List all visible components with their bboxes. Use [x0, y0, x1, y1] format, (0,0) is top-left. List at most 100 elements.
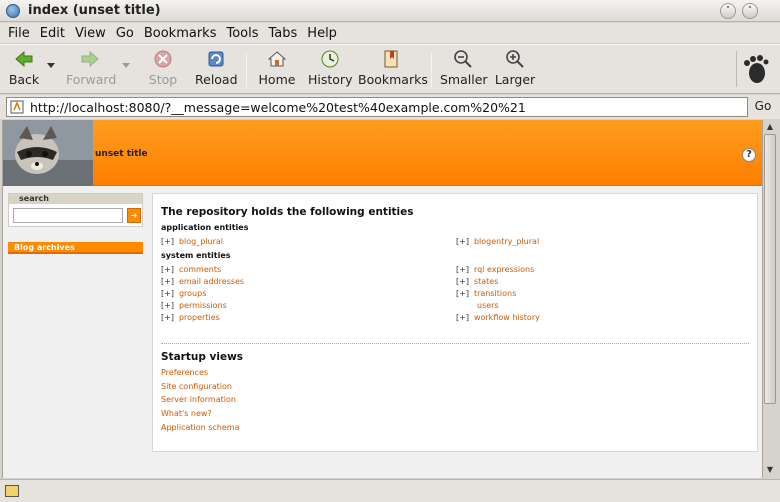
scrollbar-thumb[interactable] [764, 134, 776, 404]
startup-view-link[interactable]: Site configuration [161, 382, 232, 391]
address-url: http://localhost:8080/?__message=welcome… [30, 99, 526, 115]
back-label: Back [8, 72, 40, 87]
entity-label[interactable]: users [477, 301, 499, 310]
startup-view-link[interactable]: Server information [161, 395, 236, 404]
entity-link[interactable]: users [477, 301, 499, 310]
forward-arrow-icon [81, 50, 99, 68]
startup-view-link[interactable]: Preferences [161, 368, 208, 377]
help-icon[interactable]: ? [742, 148, 756, 162]
back-arrow-icon [15, 50, 33, 68]
startup-view-link[interactable]: What's new? [161, 409, 212, 418]
expand-toggle[interactable]: [+] [161, 237, 174, 246]
entity-link[interactable]: [+] rql expressions [456, 265, 534, 274]
entity-link[interactable]: [+] email addresses [161, 277, 244, 286]
home-button[interactable]: Home [258, 49, 296, 91]
scroll-up-icon[interactable]: ▲ [764, 121, 776, 133]
gnome-foot-icon [736, 51, 772, 87]
search-heading: search [9, 194, 142, 204]
smaller-label: Smaller [440, 72, 488, 87]
bookmarks-label: Bookmarks [358, 72, 428, 87]
entity-label[interactable]: transitions [474, 289, 516, 298]
back-button[interactable]: Back [8, 49, 40, 91]
window-titlebar: index (unset title) ˅ ˄ [0, 0, 780, 22]
entity-link[interactable]: [+] properties [161, 313, 220, 322]
expand-toggle[interactable]: [+] [161, 301, 174, 310]
entity-link[interactable]: [+] permissions [161, 301, 227, 310]
raccoon-logo-icon [3, 120, 93, 186]
menu-view[interactable]: View [75, 26, 106, 41]
menu-help[interactable]: Help [307, 26, 337, 41]
entity-label[interactable]: blogentry_plural [474, 237, 539, 246]
search-submit-arrow-icon[interactable]: ➜ [127, 208, 141, 223]
startup-view-link[interactable]: Application schema [161, 423, 240, 432]
expand-toggle[interactable]: [+] [456, 289, 469, 298]
entity-label[interactable]: permissions [179, 301, 227, 310]
entity-link[interactable]: [+] groups [161, 289, 206, 298]
maximize-button[interactable]: ˄ [742, 3, 758, 19]
minimize-button[interactable]: ˅ [720, 3, 736, 19]
expand-toggle[interactable]: [+] [161, 289, 174, 298]
site-logo[interactable] [3, 120, 93, 186]
menu-file[interactable]: File [8, 26, 30, 41]
entity-label[interactable]: properties [179, 313, 220, 322]
vertical-scrollbar[interactable]: ▲ ▼ [762, 120, 776, 478]
stop-icon [154, 50, 172, 68]
location-bar: http://localhost:8080/?__message=welcome… [0, 95, 780, 119]
zoom-in-button[interactable]: Larger [494, 49, 536, 91]
window-title: index (unset title) [28, 3, 161, 18]
status-bar [0, 479, 780, 502]
toolbar-separator [246, 53, 247, 87]
entity-link[interactable]: [+] blogentry_plural [456, 237, 539, 246]
reload-button[interactable]: Reload [195, 49, 238, 91]
entity-link[interactable]: [+] comments [161, 265, 221, 274]
page-favicon-icon [10, 100, 24, 114]
larger-label: Larger [494, 72, 536, 87]
menu-tools[interactable]: Tools [226, 26, 258, 41]
expand-toggle[interactable]: [+] [161, 313, 174, 322]
zoom-out-icon [454, 50, 472, 68]
expand-toggle[interactable]: [+] [456, 265, 469, 274]
main-content: The repository holds the following entit… [152, 193, 758, 452]
system-entities-heading: system entities [161, 251, 231, 260]
menu-go[interactable]: Go [116, 26, 134, 41]
expand-toggle[interactable]: [+] [456, 313, 469, 322]
expand-toggle[interactable]: [+] [456, 237, 469, 246]
entity-link[interactable]: [+] transitions [456, 289, 516, 298]
entity-label[interactable]: states [474, 277, 498, 286]
startup-views-heading: Startup views [161, 351, 244, 363]
navigation-toolbar: Back Forward Stop Reload Home History Bo… [0, 44, 780, 94]
entity-label[interactable]: email addresses [179, 277, 244, 286]
zoom-out-button[interactable]: Smaller [440, 49, 488, 91]
menu-edit[interactable]: Edit [40, 26, 65, 41]
entity-label[interactable]: comments [179, 265, 221, 274]
scroll-down-icon[interactable]: ▼ [764, 464, 776, 476]
menu-tabs[interactable]: Tabs [269, 26, 298, 41]
page-viewport: unset title ? search ➜ Blog archives The… [2, 120, 762, 478]
stop-label: Stop [148, 72, 178, 87]
stop-button[interactable]: Stop [146, 49, 180, 91]
toolbar-separator [431, 53, 432, 87]
entity-label[interactable]: groups [179, 289, 206, 298]
search-input[interactable] [13, 208, 123, 223]
forward-button[interactable]: Forward [66, 49, 116, 91]
reload-icon [208, 51, 224, 67]
address-input[interactable]: http://localhost:8080/?__message=welcome… [6, 97, 748, 117]
bookmarks-button[interactable]: Bookmarks [358, 49, 428, 91]
forward-history-dropdown-icon[interactable] [122, 63, 130, 68]
history-button[interactable]: History [308, 49, 352, 91]
entity-label[interactable]: workflow history [474, 313, 540, 322]
menu-bookmarks[interactable]: Bookmarks [144, 26, 217, 41]
expand-toggle[interactable]: [+] [161, 277, 174, 286]
expand-toggle[interactable]: [+] [161, 265, 174, 274]
entity-link[interactable]: [+] workflow history [456, 313, 540, 322]
entity-link[interactable]: [+] blog_plural [161, 237, 223, 246]
expand-toggle[interactable]: [+] [456, 277, 469, 286]
entity-label[interactable]: blog_plural [179, 237, 223, 246]
go-button[interactable]: Go [750, 97, 776, 117]
entity-link[interactable]: [+] states [456, 277, 498, 286]
blog-archives-box: Blog archives [8, 242, 143, 254]
back-history-dropdown-icon[interactable] [47, 63, 55, 68]
status-folder-icon [5, 485, 19, 497]
entity-label[interactable]: rql expressions [474, 265, 534, 274]
page-header: unset title ? [3, 120, 762, 186]
